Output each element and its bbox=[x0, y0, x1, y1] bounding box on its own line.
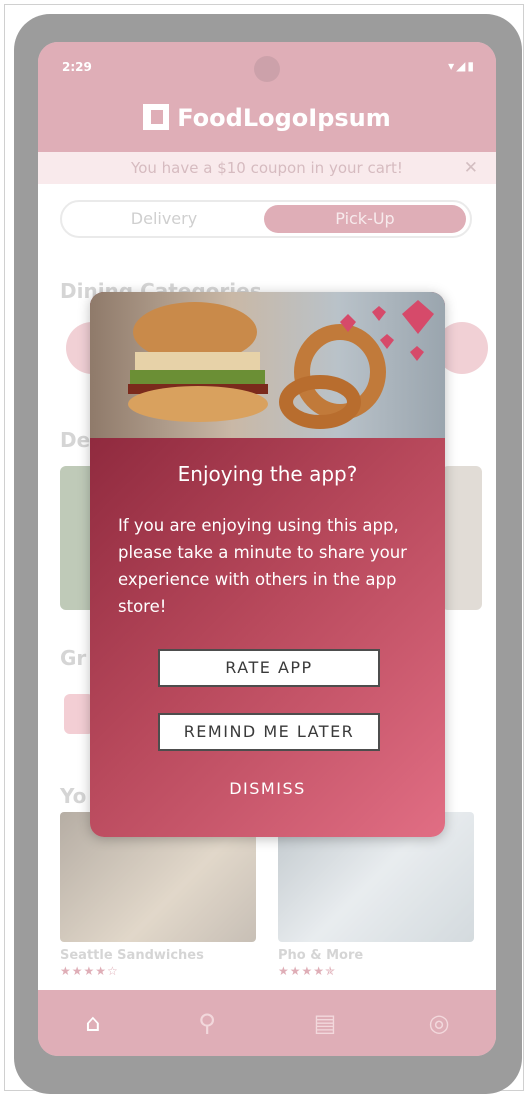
rate-app-button[interactable]: RATE APP bbox=[158, 649, 380, 687]
dismiss-button[interactable]: DISMISS bbox=[90, 779, 445, 798]
dialog-title: Enjoying the app? bbox=[177, 462, 358, 486]
burger-illustration bbox=[128, 300, 434, 429]
remind-me-later-button[interactable]: REMIND ME LATER bbox=[158, 713, 380, 751]
rate-app-dialog: Enjoying the app? If you are enjoying us… bbox=[90, 292, 445, 837]
burger-photo bbox=[90, 292, 445, 438]
dialog-message: If you are enjoying using this app, plea… bbox=[118, 516, 407, 616]
